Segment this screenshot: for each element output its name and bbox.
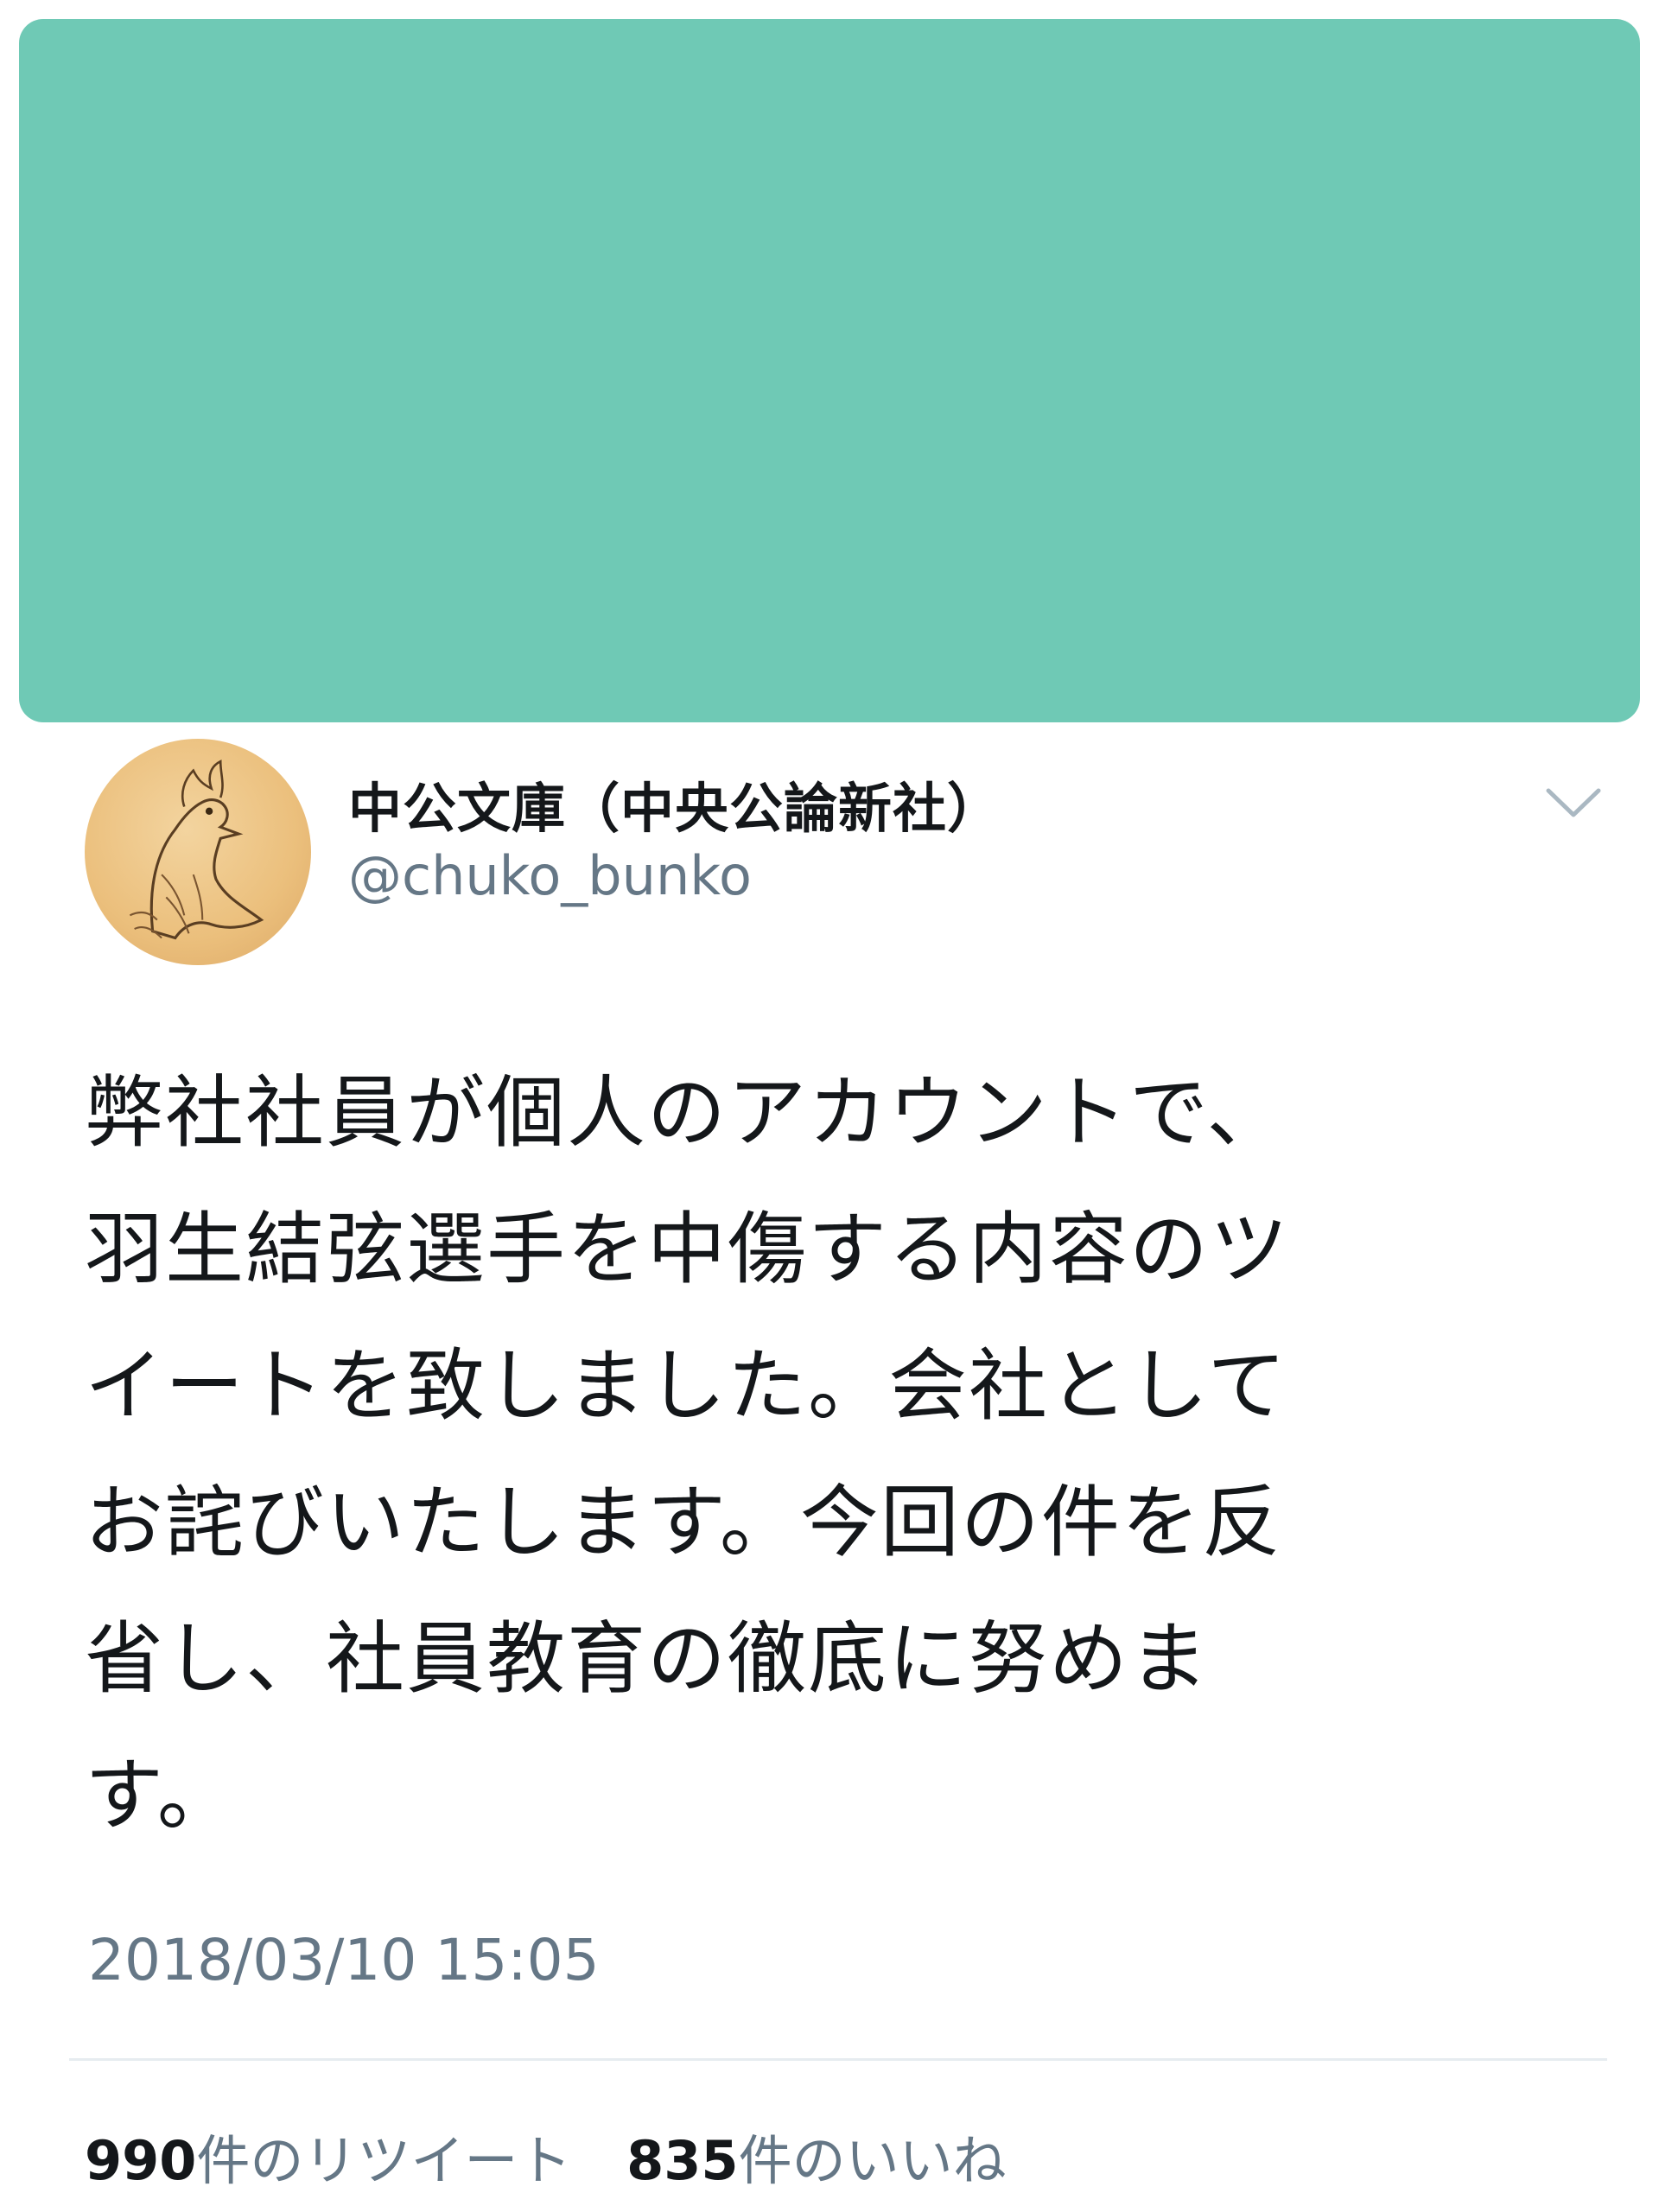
display-name[interactable]: 中公文庫（中央公論新社）: [348, 765, 1001, 842]
tweet-stats: 990件のリツイート 835件のいいね: [85, 2117, 1045, 2195]
tweet-text: 弊社社員が個人のアカウントで、 羽生結弦選手を中傷する内容のツ イートを致しまし…: [85, 1068, 1291, 1841]
retweet-count-number: 990: [85, 2129, 197, 2192]
retweet-count[interactable]: 990件のリツイート: [85, 2117, 571, 2195]
tweet-timestamp[interactable]: 2018/03/10 15:05: [88, 1927, 600, 1993]
tweet-header: 中公文庫（中央公論新社） @chuko_bunko: [85, 739, 1605, 972]
avatar[interactable]: [85, 739, 311, 965]
like-count-number: 835: [626, 2129, 739, 2192]
like-count-label: 件のいいね: [738, 2129, 1007, 2192]
retweet-count-label: 件のリツイート: [196, 2129, 572, 2192]
user-handle[interactable]: @chuko_bunko: [348, 844, 752, 907]
divider: [69, 2058, 1607, 2061]
like-count[interactable]: 835件のいいね: [626, 2117, 1006, 2195]
chevron-down-icon[interactable]: [1543, 784, 1604, 822]
bird-portrait-avatar-icon: [129, 760, 264, 940]
profile-banner: [19, 19, 1640, 722]
